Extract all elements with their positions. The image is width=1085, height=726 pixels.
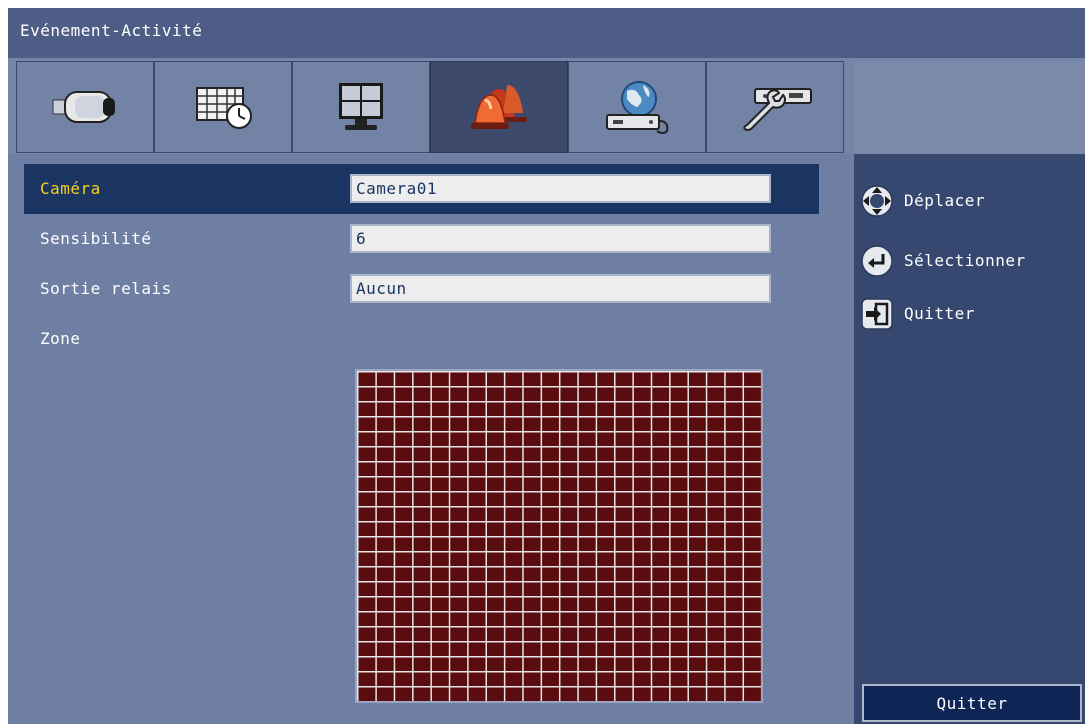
tab-network[interactable] <box>568 61 706 153</box>
tab-alarm[interactable] <box>430 61 568 153</box>
navigation-pad-icon <box>860 184 894 218</box>
camera-icon <box>45 84 125 130</box>
camera-label: Caméra <box>40 179 101 198</box>
tab-schedule[interactable] <box>154 61 292 153</box>
relay-output-label: Sortie relais <box>40 279 172 298</box>
network-icon <box>597 77 677 137</box>
row-camera[interactable]: Caméra Camera01 <box>24 164 819 214</box>
help-move: Déplacer <box>860 184 1080 218</box>
zone-label: Zone <box>40 329 81 348</box>
system-tools-icon <box>733 79 817 135</box>
dialog-window: Evénement-Activité Caméra Camera01 Sensi… <box>8 8 1085 724</box>
row-relay-output[interactable]: Sortie relais Aucun <box>24 264 819 314</box>
motion-zone-grid[interactable] <box>355 369 763 703</box>
schedule-icon <box>183 82 263 132</box>
alarm-icon <box>459 79 539 135</box>
help-select-label: Sélectionner <box>904 251 1026 270</box>
title-bar: Evénement-Activité <box>8 8 1085 58</box>
row-zone[interactable]: Zone <box>24 314 819 364</box>
help-quit-label: Quitter <box>904 304 975 323</box>
row-sensitivity[interactable]: Sensibilité 6 <box>24 214 819 264</box>
settings-panel: Caméra Camera01 Sensibilité 6 Sortie rel… <box>8 154 854 724</box>
sensitivity-label: Sensibilité <box>40 229 152 248</box>
help-select: Sélectionner <box>860 244 1080 278</box>
help-quit: Quitter <box>860 297 1080 331</box>
help-sidebar: Déplacer Sélectionner Quitter Quitter <box>854 154 1085 724</box>
tab-bar-filler <box>854 61 1085 153</box>
tab-bar <box>8 58 1085 154</box>
exit-icon <box>860 297 894 331</box>
quit-button[interactable]: Quitter <box>862 684 1082 722</box>
tab-system[interactable] <box>706 61 844 153</box>
tab-monitor[interactable] <box>292 61 430 153</box>
camera-field[interactable]: Camera01 <box>350 174 771 203</box>
sensitivity-field[interactable]: 6 <box>350 224 771 253</box>
help-move-label: Déplacer <box>904 191 986 210</box>
tab-camera[interactable] <box>16 61 154 153</box>
relay-output-field[interactable]: Aucun <box>350 274 771 303</box>
enter-icon <box>860 244 894 278</box>
window-title: Evénement-Activité <box>20 21 203 40</box>
monitor-icon <box>321 79 401 135</box>
